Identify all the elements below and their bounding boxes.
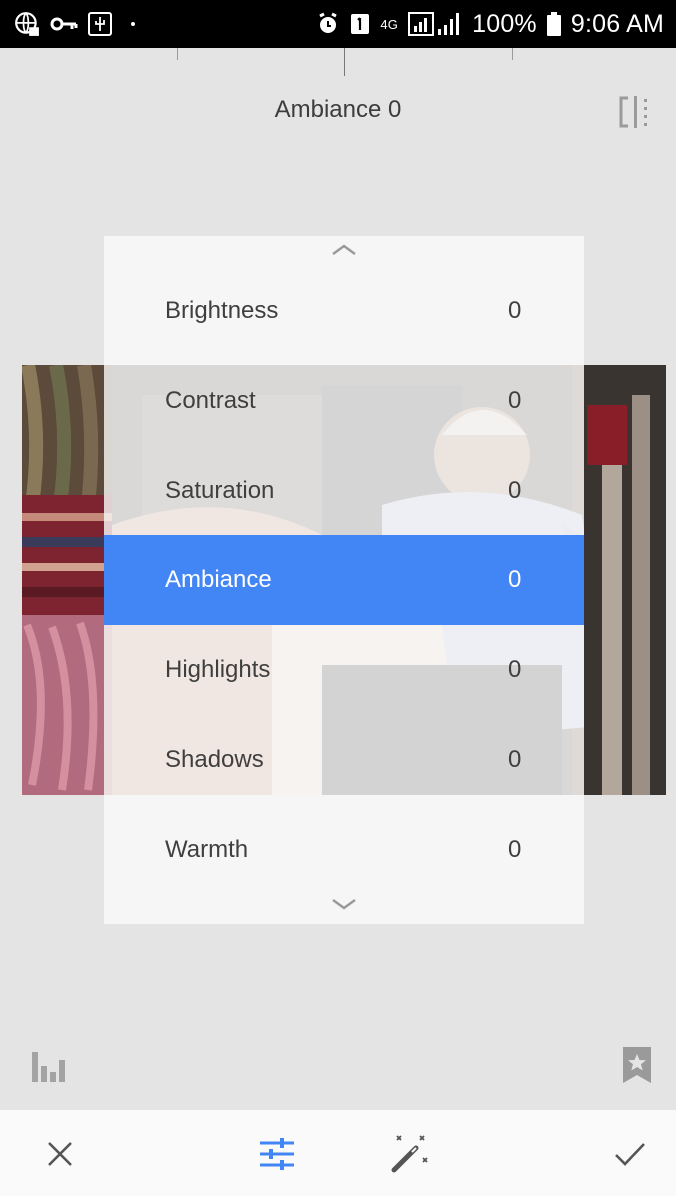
scroll-down-button[interactable] [104, 898, 584, 918]
ruler-tick-right [512, 48, 513, 60]
menu-item-value: 0 [508, 387, 522, 414]
sim-icon [351, 14, 370, 34]
cancel-button[interactable] [40, 1134, 80, 1174]
menu-item-warmth[interactable]: Warmth 0 [104, 805, 584, 895]
menu-item-contrast[interactable]: Contrast 0 [104, 356, 584, 446]
chevron-down-icon [332, 898, 356, 910]
menu-item-label: Highlights [165, 656, 271, 683]
apply-button[interactable] [610, 1134, 650, 1174]
ruler-tick-left [177, 48, 178, 60]
network-type-label: 4G [380, 16, 399, 32]
menu-item-label: Contrast [165, 387, 256, 414]
menu-item-label: Ambiance [165, 566, 272, 593]
alarm-icon [319, 12, 338, 33]
globe-lock-icon [15, 12, 39, 36]
battery-percent: 100% [472, 9, 537, 38]
menu-item-label: Saturation [165, 477, 275, 504]
chevron-up-icon [332, 244, 356, 256]
ruler-tick-center [344, 48, 345, 76]
menu-item-value: 0 [508, 477, 522, 504]
menu-item-highlights[interactable]: Highlights 0 [104, 625, 584, 715]
adjust-sliders-button[interactable] [257, 1134, 297, 1174]
scroll-up-button[interactable] [104, 242, 584, 262]
menu-item-label: Brightness [165, 297, 279, 324]
check-icon [615, 1143, 645, 1166]
auto-adjust-button[interactable] [390, 1134, 430, 1174]
adjust-menu-panel: Brightness 0 Contrast 0 Saturation 0 Amb… [104, 236, 584, 924]
menu-item-value: 0 [508, 836, 522, 863]
usb-icon [88, 12, 112, 36]
menu-item-label: Warmth [165, 836, 249, 863]
bottom-toolbar [0, 1110, 676, 1196]
compare-icon[interactable] [618, 96, 654, 128]
status-bar: 4G 100% 9:06 AM [0, 0, 676, 48]
menu-item-saturation[interactable]: Saturation 0 [104, 446, 584, 536]
close-icon [48, 1142, 72, 1166]
menu-item-label: Shadows [165, 746, 264, 773]
histogram-icon[interactable] [32, 1052, 72, 1082]
star-bookmark-icon[interactable] [623, 1047, 651, 1083]
menu-item-value: 0 [508, 297, 522, 324]
magic-wand-icon [391, 1135, 428, 1173]
battery-icon [546, 12, 561, 36]
menu-item-ambiance[interactable]: Ambiance 0 [104, 535, 584, 625]
clock: 9:06 AM [570, 9, 664, 38]
signal-icon [408, 12, 460, 36]
sliders-icon [260, 1138, 294, 1170]
adjustment-title: Ambiance 0 [274, 96, 402, 123]
key-icon [50, 17, 78, 31]
menu-item-shadows[interactable]: Shadows 0 [104, 715, 584, 805]
menu-item-value: 0 [508, 746, 522, 773]
menu-item-value: 0 [508, 656, 522, 683]
dot-icon [128, 19, 138, 29]
menu-item-brightness[interactable]: Brightness 0 [104, 266, 584, 356]
menu-item-value: 0 [508, 566, 522, 593]
